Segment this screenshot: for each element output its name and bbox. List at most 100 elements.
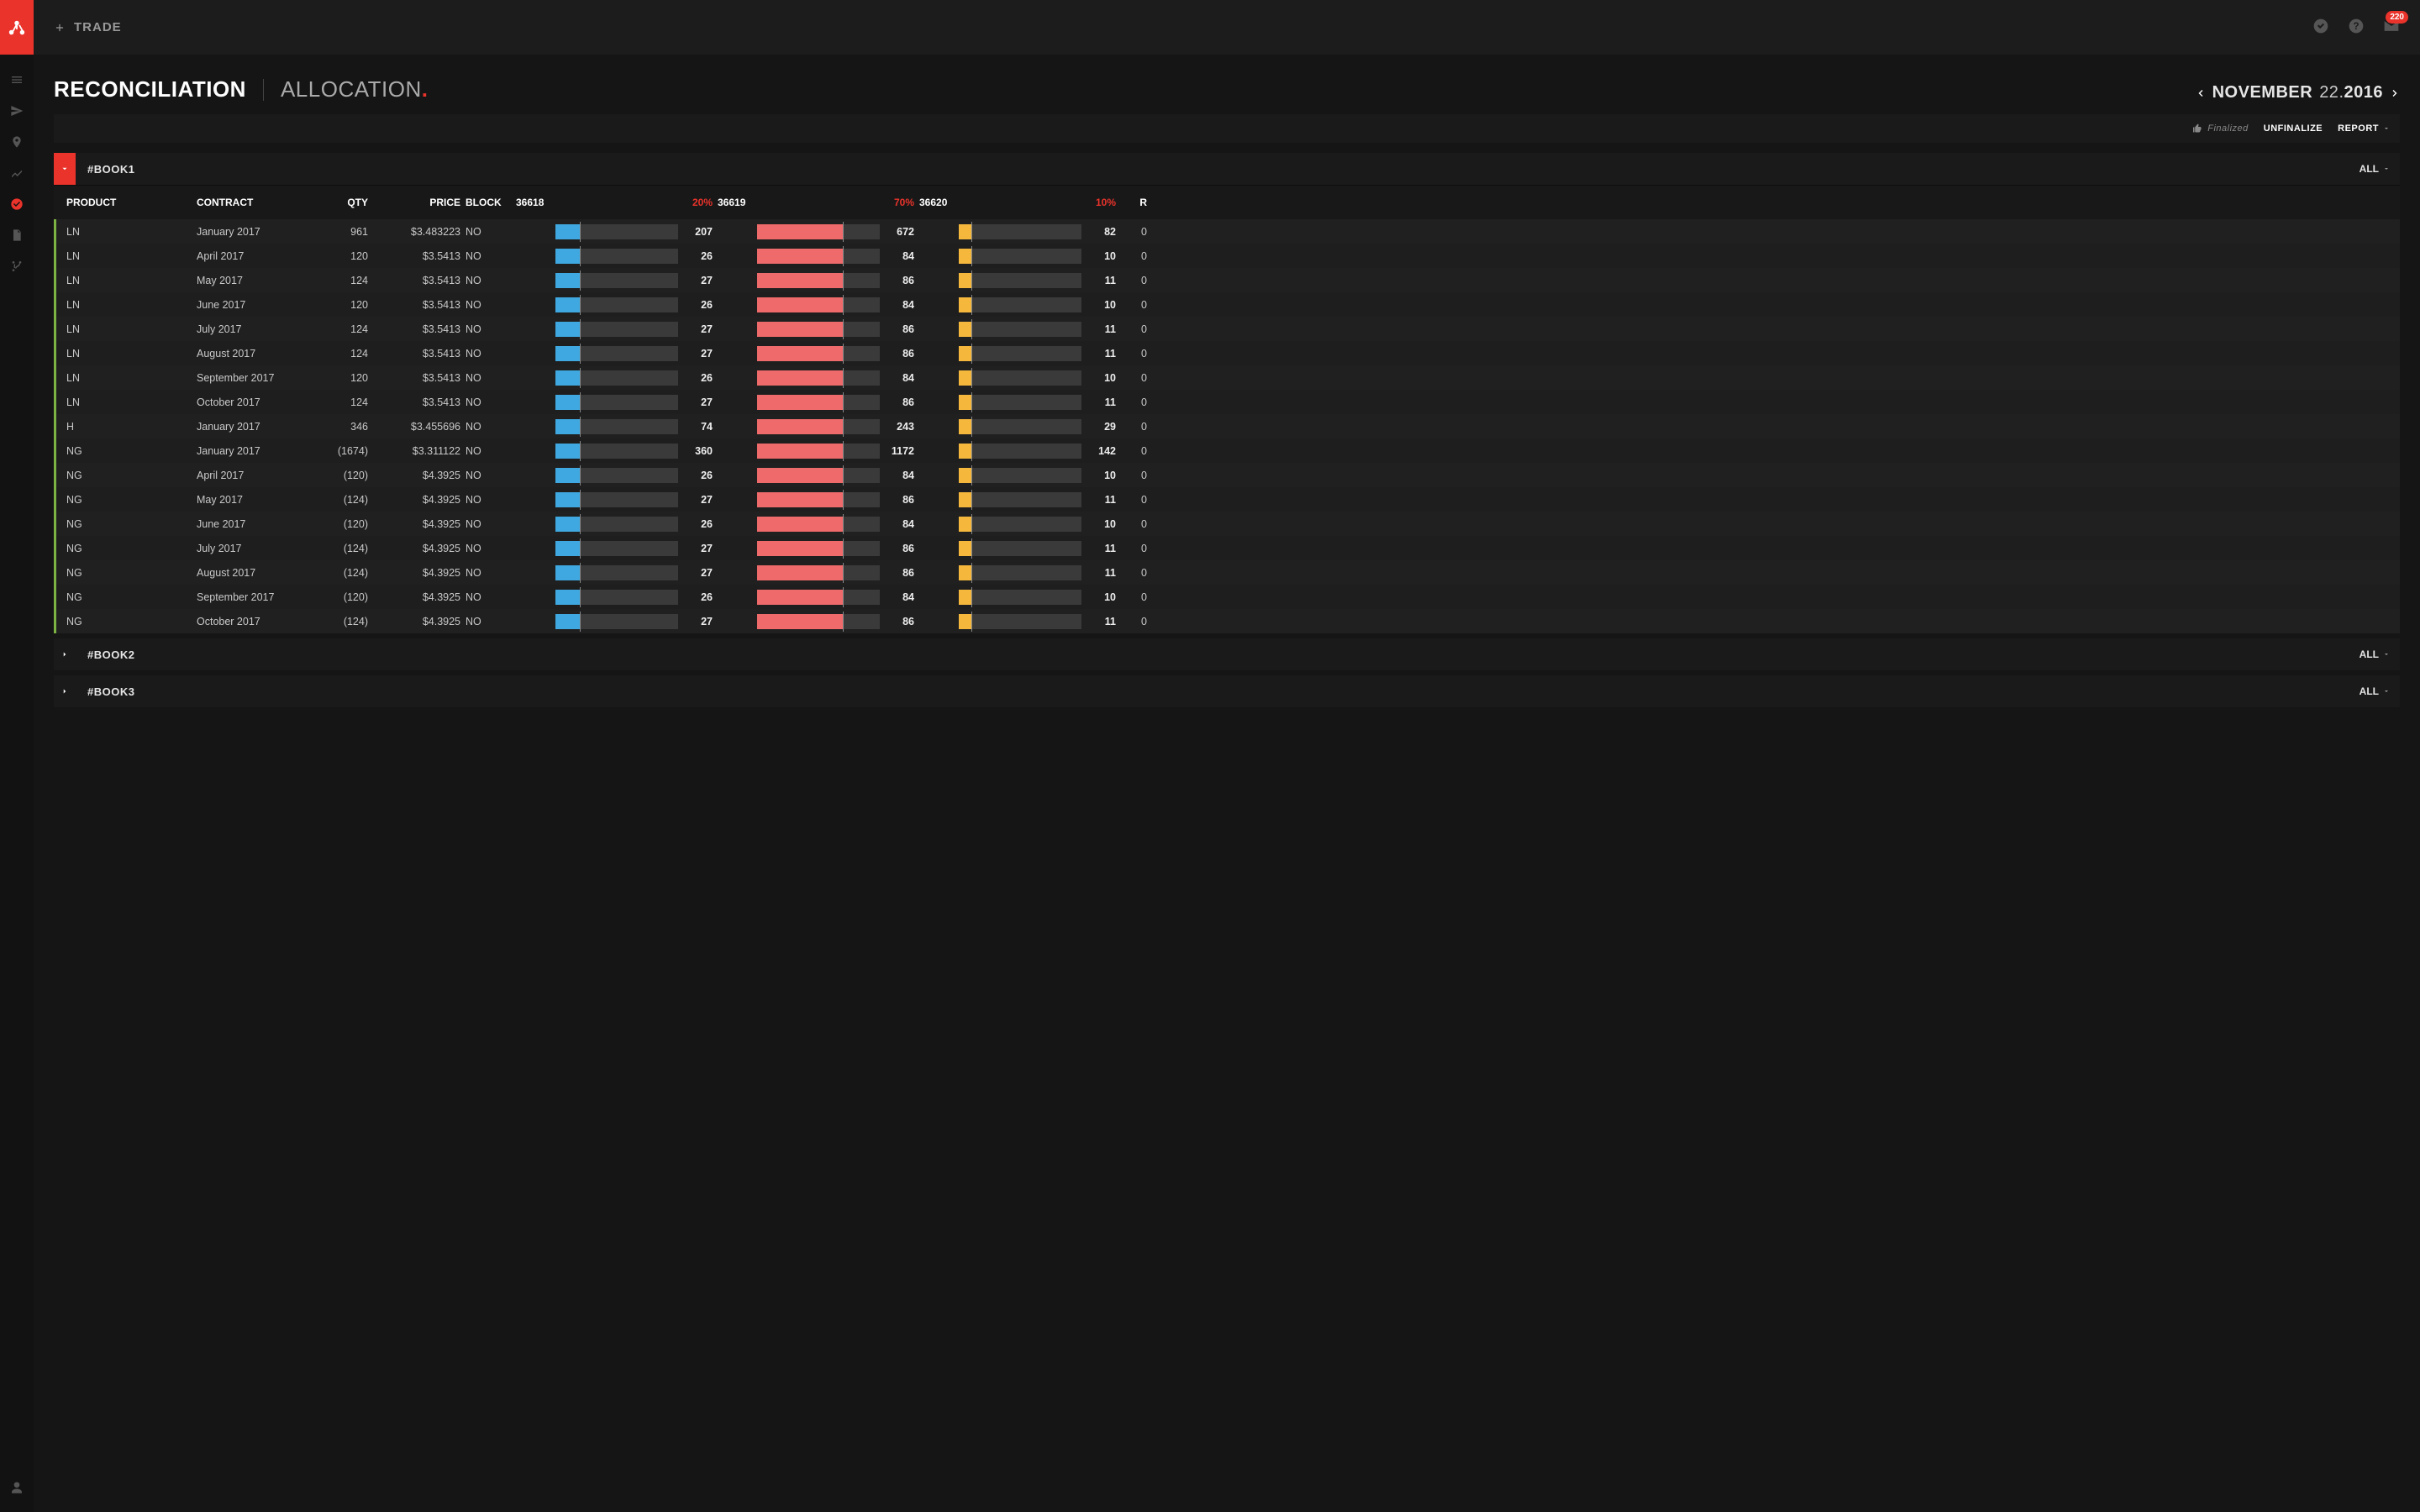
alloc-bar[interactable]	[555, 273, 678, 288]
alloc-bar[interactable]	[555, 297, 678, 312]
alloc-bar[interactable]	[959, 395, 1081, 410]
inbox-button[interactable]: 220	[2383, 18, 2400, 37]
alloc-bar[interactable]	[757, 444, 880, 459]
col-block[interactable]: BLOCK	[466, 197, 516, 208]
alloc-bar[interactable]	[757, 614, 880, 629]
alloc-bar[interactable]	[959, 224, 1081, 239]
alloc-bar[interactable]	[757, 249, 880, 264]
alloc-bar[interactable]	[757, 346, 880, 361]
alloc-bar[interactable]	[959, 492, 1081, 507]
col-alloc-id[interactable]: 36620	[919, 197, 957, 208]
alloc-bar[interactable]	[757, 541, 880, 556]
alloc-bar[interactable]	[555, 419, 678, 434]
table-row[interactable]: NGOctober 2017(124)$4.3925NO2786110	[54, 609, 2400, 633]
alloc-bar[interactable]	[555, 517, 678, 532]
alloc-bar[interactable]	[555, 541, 678, 556]
table-row[interactable]: NGJune 2017(120)$4.3925NO2684100	[54, 512, 2400, 536]
nav-check-icon[interactable]	[10, 197, 24, 213]
table-row[interactable]: NGJuly 2017(124)$4.3925NO2786110	[54, 536, 2400, 560]
alloc-bar[interactable]	[757, 395, 880, 410]
alloc-bar[interactable]	[959, 370, 1081, 386]
alloc-bar[interactable]	[757, 370, 880, 386]
alloc-bar[interactable]	[959, 565, 1081, 580]
alloc-bar[interactable]	[959, 468, 1081, 483]
alloc-bar[interactable]	[757, 492, 880, 507]
alloc-bar[interactable]	[555, 492, 678, 507]
table-row[interactable]: LNJune 2017120$3.5413NO2684100	[54, 292, 2400, 317]
book-toggle[interactable]	[54, 638, 76, 670]
nav-location-icon[interactable]	[10, 135, 24, 151]
alloc-bar[interactable]	[959, 273, 1081, 288]
help-icon[interactable]: ?	[2348, 18, 2365, 37]
alloc-bar[interactable]	[959, 517, 1081, 532]
alloc-bar[interactable]	[959, 322, 1081, 337]
alloc-bar[interactable]	[959, 249, 1081, 264]
book-toggle[interactable]	[54, 153, 76, 185]
nav-menu-icon[interactable]	[10, 73, 24, 89]
alloc-bar[interactable]	[757, 297, 880, 312]
alloc-bar[interactable]	[757, 224, 880, 239]
alloc-bar[interactable]	[959, 419, 1081, 434]
alloc-bar[interactable]	[555, 590, 678, 605]
alloc-bar[interactable]	[959, 444, 1081, 459]
col-contract[interactable]: CONTRACT	[197, 197, 314, 208]
alloc-bar[interactable]	[555, 370, 678, 386]
alloc-bar[interactable]	[555, 322, 678, 337]
book-filter-button[interactable]: ALL	[2360, 163, 2390, 175]
table-row[interactable]: LNJuly 2017124$3.5413NO2786110	[54, 317, 2400, 341]
book-header[interactable]: #BOOK1ALL	[54, 153, 2400, 185]
tab-allocation[interactable]: ALLOCATION.	[281, 76, 429, 102]
table-row[interactable]: LNMay 2017124$3.5413NO2786110	[54, 268, 2400, 292]
alloc-bar[interactable]	[555, 395, 678, 410]
alloc-bar[interactable]	[555, 468, 678, 483]
table-row[interactable]: NGJanuary 2017(1674)$3.311122NO360117214…	[54, 438, 2400, 463]
alloc-bar[interactable]	[757, 590, 880, 605]
approve-icon[interactable]	[2312, 18, 2329, 37]
col-price[interactable]: PRICE	[373, 197, 466, 208]
table-row[interactable]: NGMay 2017(124)$4.3925NO2786110	[54, 487, 2400, 512]
nav-document-icon[interactable]	[10, 228, 24, 244]
table-row[interactable]: NGApril 2017(120)$4.3925NO2684100	[54, 463, 2400, 487]
table-row[interactable]: HJanuary 2017346$3.455696NO74243290	[54, 414, 2400, 438]
date-picker[interactable]: NOVEMBER 22.2016	[2196, 83, 2400, 102]
alloc-bar[interactable]	[959, 541, 1081, 556]
alloc-bar[interactable]	[555, 224, 678, 239]
alloc-bar[interactable]	[959, 297, 1081, 312]
book-header[interactable]: #BOOK2ALL	[54, 638, 2400, 670]
col-alloc-id[interactable]: 36619	[718, 197, 755, 208]
col-qty[interactable]: QTY	[314, 197, 373, 208]
col-product[interactable]: PRODUCT	[66, 197, 197, 208]
nav-chart-icon[interactable]	[10, 166, 24, 182]
chevron-left-icon[interactable]	[2196, 86, 2206, 101]
table-row[interactable]: LNJanuary 2017961$3.483223NO207672820	[54, 219, 2400, 244]
alloc-bar[interactable]	[757, 273, 880, 288]
chevron-right-icon[interactable]	[2390, 86, 2400, 101]
alloc-bar[interactable]	[959, 590, 1081, 605]
table-row[interactable]: NGAugust 2017(124)$4.3925NO2786110	[54, 560, 2400, 585]
table-row[interactable]: LNAugust 2017124$3.5413NO2786110	[54, 341, 2400, 365]
brand-logo[interactable]	[0, 0, 34, 55]
report-button[interactable]: REPORT	[2338, 123, 2390, 134]
alloc-bar[interactable]	[959, 614, 1081, 629]
nav-send-icon[interactable]	[10, 104, 24, 120]
nav-branch-icon[interactable]	[10, 260, 24, 276]
unfinalize-button[interactable]: UNFINALIZE	[2264, 123, 2323, 134]
alloc-bar[interactable]	[757, 517, 880, 532]
alloc-bar[interactable]	[757, 565, 880, 580]
table-row[interactable]: NGSeptember 2017(120)$4.3925NO2684100	[54, 585, 2400, 609]
table-row[interactable]: LNApril 2017120$3.5413NO2684100	[54, 244, 2400, 268]
alloc-bar[interactable]	[757, 468, 880, 483]
book-header[interactable]: #BOOK3ALL	[54, 675, 2400, 707]
nav-user-icon[interactable]	[10, 1481, 24, 1497]
tab-reconciliation[interactable]: RECONCILIATION	[54, 76, 246, 102]
alloc-bar[interactable]	[555, 614, 678, 629]
alloc-bar[interactable]	[959, 346, 1081, 361]
table-row[interactable]: LNOctober 2017124$3.5413NO2786110	[54, 390, 2400, 414]
new-trade-button[interactable]: TRADE	[54, 20, 122, 34]
alloc-bar[interactable]	[757, 419, 880, 434]
book-filter-button[interactable]: ALL	[2360, 648, 2390, 660]
alloc-bar[interactable]	[555, 565, 678, 580]
col-alloc-id[interactable]: 36618	[516, 197, 554, 208]
alloc-bar[interactable]	[555, 346, 678, 361]
alloc-bar[interactable]	[757, 322, 880, 337]
